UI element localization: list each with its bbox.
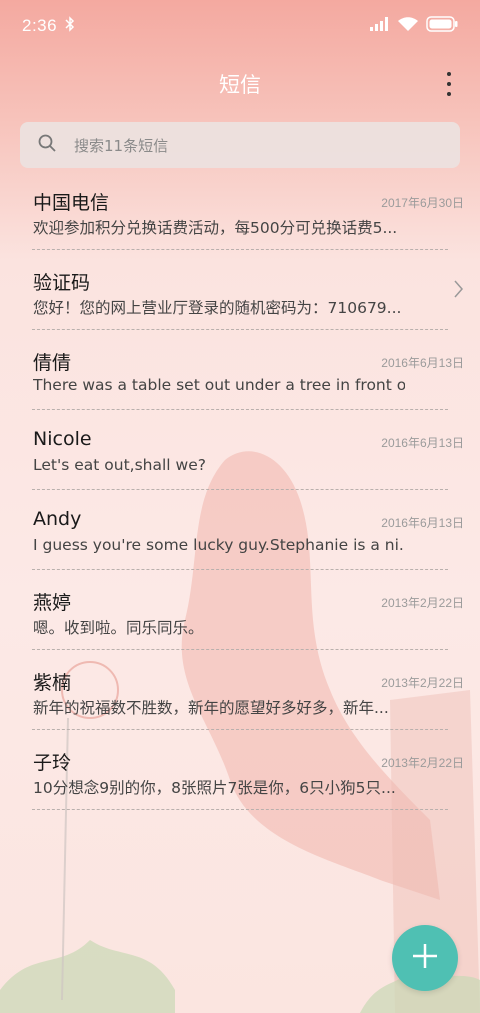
message-date: 2013年2月22日	[381, 676, 464, 690]
plus-icon	[411, 942, 439, 974]
new-message-button[interactable]	[392, 925, 458, 991]
more-vertical-icon[interactable]	[444, 70, 454, 98]
message-preview: 您好！您的网上营业厅登录的随机密码为：710679...	[33, 299, 402, 317]
message-item[interactable]: 倩倩 2016年6月13日 There was a table set out …	[32, 330, 464, 410]
search-placeholder: 搜索11条短信	[74, 136, 169, 155]
message-date: 2013年2月22日	[381, 756, 464, 770]
message-item[interactable]: Andy 2016年6月13日 I guess you're some luck…	[32, 490, 464, 570]
message-preview: 欢迎参加积分兑换话费活动，每500分可兑换话费5...	[33, 219, 398, 237]
search-icon	[38, 134, 56, 156]
sender-name: 倩倩	[33, 352, 72, 374]
message-date: 2016年6月13日	[381, 356, 464, 370]
message-item[interactable]: 紫楠 2013年2月22日 新年的祝福数不胜数，新年的愿望好多好多，新年...	[32, 650, 464, 730]
status-bar: 2:36	[0, 0, 480, 52]
bluetooth-icon	[65, 15, 75, 37]
message-item[interactable]: 中国电信 2017年6月30日 欢迎参加积分兑换话费活动，每500分可兑换话费5…	[32, 170, 464, 250]
message-list: 中国电信 2017年6月30日 欢迎参加积分兑换话费活动，每500分可兑换话费5…	[0, 170, 480, 810]
message-item[interactable]: 验证码 您好！您的网上营业厅登录的随机密码为：710679...	[32, 250, 463, 330]
wifi-icon	[398, 16, 418, 36]
message-preview: I guess you're some lucky guy.Stephanie …	[33, 536, 405, 554]
message-preview: There was a table set out under a tree i…	[33, 376, 405, 394]
sender-name: 子玲	[33, 752, 72, 774]
search-input[interactable]: 搜索11条短信	[20, 122, 460, 168]
sender-name: 中国电信	[33, 192, 110, 214]
app-header: 短信	[0, 52, 480, 116]
message-date: 2017年6月30日	[381, 196, 464, 210]
message-item[interactable]: Nicole 2016年6月13日 Let's eat out,shall we…	[32, 410, 464, 490]
message-date: 2013年2月22日	[381, 596, 464, 610]
message-date: 2016年6月13日	[381, 436, 464, 450]
battery-icon	[426, 15, 458, 37]
status-time: 2:36	[22, 16, 58, 35]
page-title: 短信	[219, 73, 261, 97]
sender-name: Nicole	[33, 428, 92, 450]
signal-icon	[370, 16, 390, 36]
message-preview: 嗯。收到啦。同乐同乐。	[33, 619, 204, 637]
sender-name: 紫楠	[33, 672, 72, 694]
message-item[interactable]: 燕婷 2013年2月22日 嗯。收到啦。同乐同乐。	[32, 570, 464, 650]
message-preview: 10分想念9别的你，8张照片7张是你，6只小狗5只...	[33, 779, 396, 797]
sender-name: Andy	[33, 508, 82, 530]
chevron-right-icon	[454, 280, 464, 302]
message-date: 2016年6月13日	[381, 516, 464, 530]
sender-name: 验证码	[33, 272, 91, 294]
message-preview: Let's eat out,shall we?	[33, 456, 206, 474]
message-preview: 新年的祝福数不胜数，新年的愿望好多好多，新年...	[33, 699, 389, 717]
sender-name: 燕婷	[33, 592, 72, 614]
message-item[interactable]: 子玲 2013年2月22日 10分想念9别的你，8张照片7张是你，6只小狗5只.…	[32, 730, 464, 810]
